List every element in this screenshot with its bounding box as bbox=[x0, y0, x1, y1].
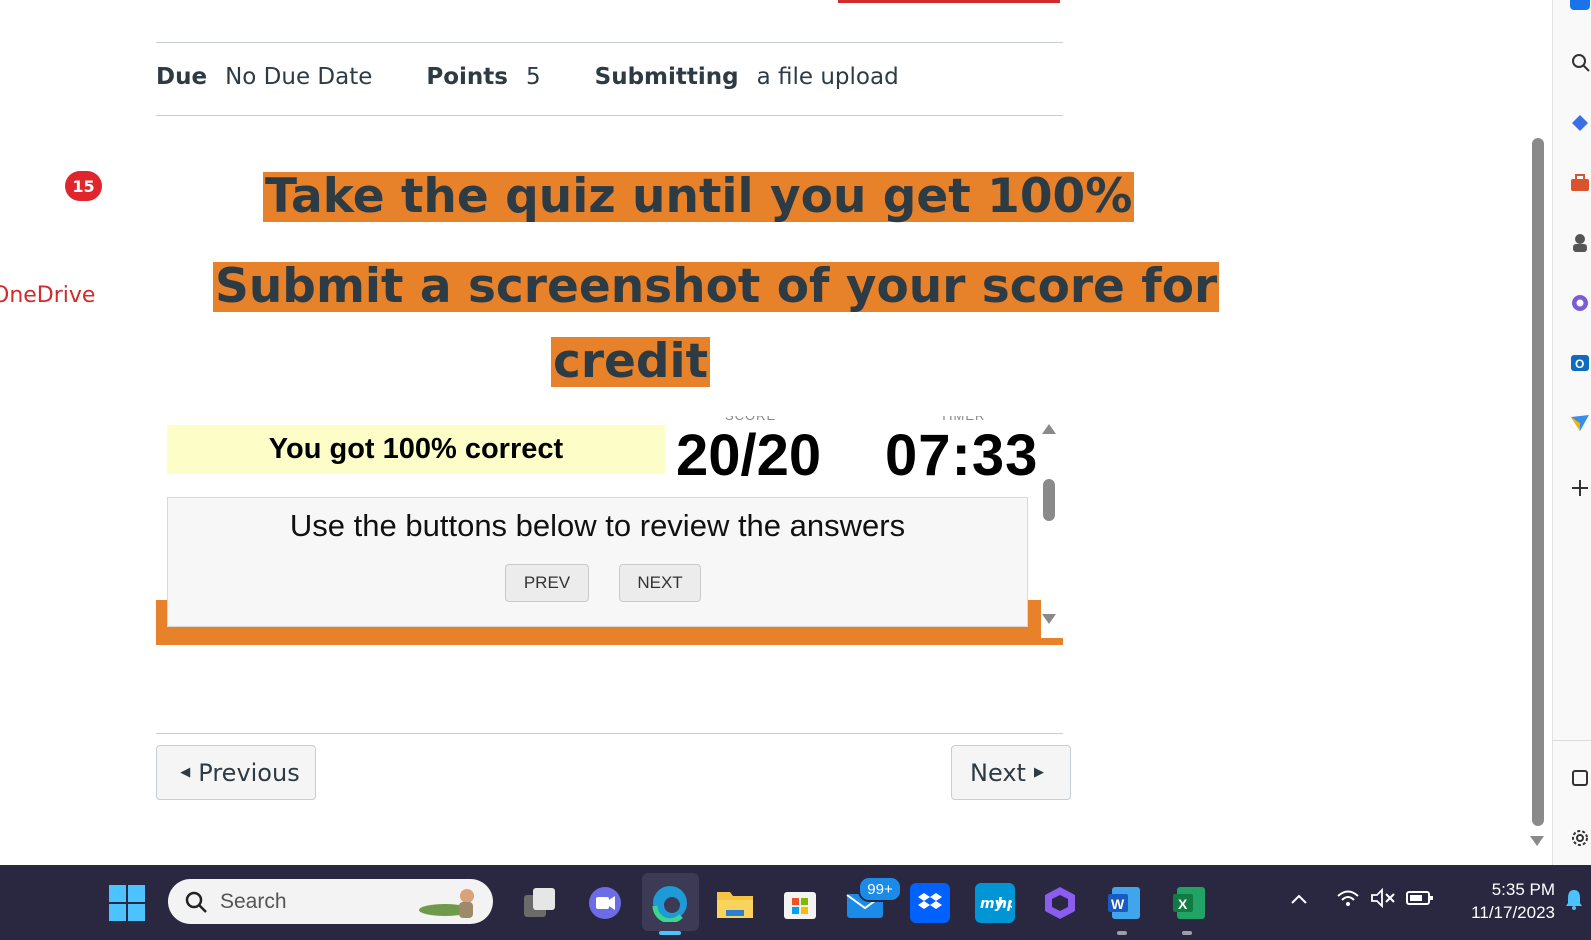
search-highlight-illustration bbox=[419, 888, 474, 918]
shopping-icon[interactable] bbox=[1570, 113, 1590, 133]
divider-top bbox=[156, 42, 1063, 43]
frame-scrollbar-thumb[interactable] bbox=[1043, 479, 1055, 521]
score-value: 20/20 bbox=[676, 423, 822, 488]
nav-link-onedrive[interactable]: OneDrive bbox=[0, 283, 95, 308]
divider-bottom bbox=[156, 733, 1063, 734]
submitting-label: Submitting bbox=[594, 64, 739, 90]
svg-text:X: X bbox=[1178, 896, 1188, 912]
clock-time: 5:35 PM bbox=[1491, 880, 1555, 899]
task-view-icon[interactable] bbox=[520, 883, 560, 923]
caret-right-icon: ▶ bbox=[1033, 765, 1044, 780]
myhp-icon[interactable]: myhp bbox=[975, 883, 1015, 923]
search-icon[interactable] bbox=[1570, 52, 1590, 72]
notification-badge[interactable]: 15 bbox=[65, 171, 102, 201]
svg-text:O: O bbox=[1575, 357, 1584, 371]
copilot-taskbar-icon[interactable] bbox=[1040, 883, 1080, 923]
timer-label: TIMER bbox=[940, 408, 986, 423]
points-label: Points bbox=[426, 64, 508, 90]
caret-left-icon: ◀ bbox=[180, 765, 191, 780]
add-icon[interactable] bbox=[1570, 478, 1590, 498]
notification-bell-icon[interactable] bbox=[1564, 888, 1584, 916]
submitting-value: a file upload bbox=[756, 64, 899, 90]
split-screen-icon[interactable] bbox=[1570, 768, 1590, 788]
next-label: Next bbox=[970, 758, 1026, 787]
assignment-details: Due No Due Date Points 5 Submitting a fi… bbox=[156, 62, 899, 92]
search-placeholder: Search bbox=[220, 889, 287, 913]
copilot-icon[interactable] bbox=[1570, 293, 1590, 313]
quiz-prev-button[interactable]: PREV bbox=[505, 564, 589, 602]
microsoft-store-icon[interactable] bbox=[780, 883, 820, 923]
page-scrollbar-thumb[interactable] bbox=[1532, 138, 1544, 826]
review-instruction: Use the buttons below to review the answ… bbox=[289, 508, 906, 543]
teams-chat-icon[interactable] bbox=[585, 883, 625, 923]
timer-value: 07:33 bbox=[885, 423, 1039, 488]
submit-instruction-line1: Submit a screenshot of your score for bbox=[213, 259, 1220, 314]
previous-page-button[interactable]: ◀ Previous bbox=[156, 745, 316, 800]
settings-icon[interactable] bbox=[1570, 828, 1590, 848]
next-page-button[interactable]: Next ▶ bbox=[951, 745, 1071, 800]
search-icon bbox=[185, 891, 207, 913]
dropbox-icon[interactable] bbox=[910, 883, 950, 923]
edge-browser-icon[interactable] bbox=[650, 883, 690, 923]
quiz-result-banner: You got 100% correct bbox=[167, 425, 665, 474]
edge-running-indicator bbox=[659, 931, 681, 935]
svg-text:hp: hp bbox=[997, 896, 1012, 912]
taskbar-search-input[interactable]: Search bbox=[168, 879, 493, 924]
tools-icon[interactable] bbox=[1570, 173, 1590, 193]
due-value: No Due Date bbox=[225, 64, 373, 90]
points-value: 5 bbox=[526, 64, 541, 90]
frame-scroll-up-icon[interactable] bbox=[1042, 424, 1056, 434]
games-icon[interactable] bbox=[1570, 233, 1590, 253]
wifi-icon[interactable] bbox=[1336, 888, 1360, 914]
due-label: Due bbox=[156, 64, 208, 90]
header-button-edge[interactable] bbox=[838, 0, 1060, 3]
outlook-icon[interactable]: O bbox=[1570, 353, 1590, 373]
clock-date: 11/17/2023 bbox=[1471, 903, 1555, 922]
word-icon[interactable]: W bbox=[1104, 883, 1144, 923]
sidebar-divider bbox=[1552, 740, 1591, 741]
battery-icon[interactable] bbox=[1406, 889, 1434, 913]
start-windows-icon[interactable] bbox=[107, 883, 147, 923]
svg-text:W: W bbox=[1111, 896, 1125, 912]
send-icon[interactable] bbox=[1570, 413, 1590, 433]
word-running-indicator bbox=[1117, 931, 1127, 935]
excel-running-indicator bbox=[1182, 931, 1192, 935]
previous-label: Previous bbox=[198, 758, 300, 787]
score-label: SCORE bbox=[725, 408, 777, 423]
notifications-icon[interactable] bbox=[1570, 0, 1590, 10]
excel-icon[interactable]: X bbox=[1169, 883, 1209, 923]
tray-overflow-chevron-icon[interactable] bbox=[1290, 889, 1308, 912]
frame-scroll-down-icon[interactable] bbox=[1042, 614, 1056, 624]
quiz-instruction-heading: Take the quiz until you get 100% bbox=[263, 169, 1135, 224]
quiz-next-button[interactable]: NEXT bbox=[619, 564, 701, 602]
volume-muted-icon[interactable] bbox=[1370, 887, 1396, 914]
divider-meta bbox=[156, 115, 1063, 116]
file-explorer-icon[interactable] bbox=[715, 883, 755, 923]
page-scroll-down-icon[interactable] bbox=[1530, 836, 1544, 846]
system-clock[interactable]: 5:35 PM 11/17/2023 bbox=[1450, 878, 1555, 924]
submit-instruction-line2: credit bbox=[551, 334, 711, 389]
mail-unread-badge: 99+ bbox=[858, 876, 902, 902]
